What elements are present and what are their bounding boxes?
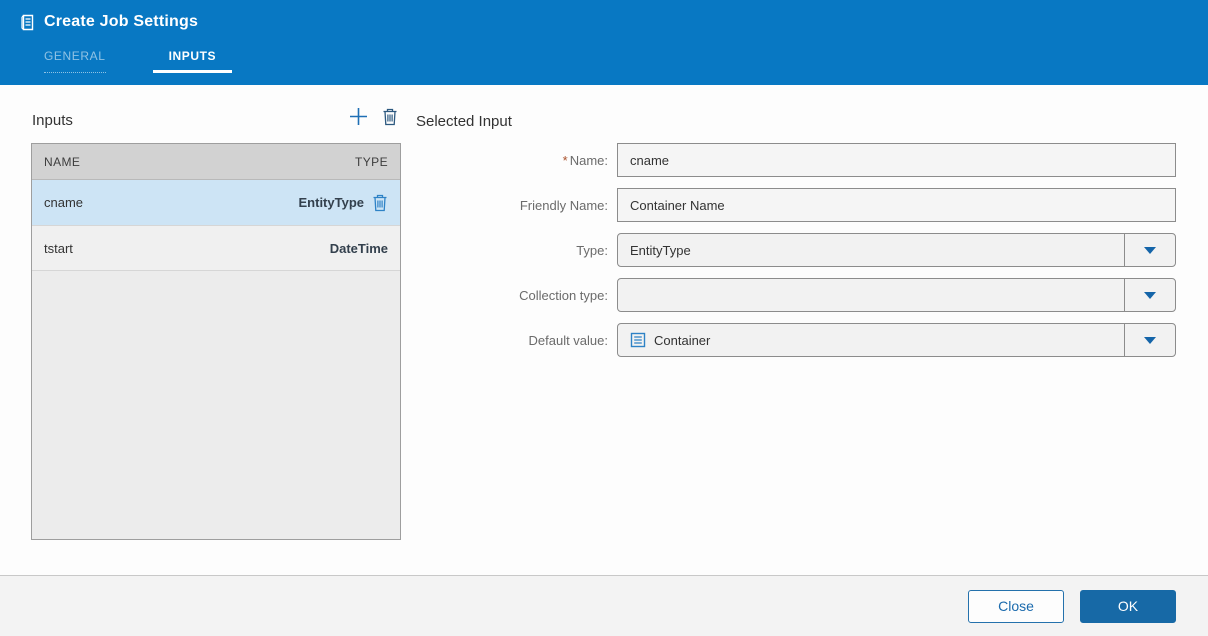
table-row-cname[interactable]: cname EntityType bbox=[32, 180, 400, 226]
table-row-tstart[interactable]: tstart DateTime bbox=[32, 226, 400, 271]
collection-type-dropdown[interactable] bbox=[617, 278, 1176, 312]
tab-bar: GENERAL INPUTS bbox=[44, 49, 233, 73]
row-type-cell: EntityType bbox=[299, 194, 389, 212]
delete-input-button[interactable] bbox=[382, 108, 398, 129]
row-type-cell: DateTime bbox=[329, 240, 388, 256]
name-input[interactable] bbox=[617, 143, 1176, 177]
chevron-down-icon[interactable] bbox=[1124, 279, 1175, 311]
selected-input-form: *Name: Friendly Name: Type: EntityType C… bbox=[440, 143, 1176, 368]
dialog-title: Create Job Settings bbox=[44, 13, 199, 30]
selected-input-title: Selected Input bbox=[416, 113, 512, 130]
name-label: * Name: bbox=[562, 152, 608, 168]
row-name-cell: cname bbox=[44, 195, 84, 210]
table-header-row: NAME TYPE bbox=[32, 144, 400, 180]
tab-inputs[interactable]: INPUTS bbox=[152, 49, 233, 73]
row-name-cell: tstart bbox=[44, 240, 73, 256]
default-value-label: Default value: bbox=[528, 332, 609, 348]
close-button[interactable]: Close bbox=[968, 589, 1064, 623]
default-value-dropdown-value: Container bbox=[618, 332, 1124, 348]
type-dropdown-value: EntityType bbox=[630, 242, 691, 258]
chevron-down-icon[interactable] bbox=[1124, 234, 1175, 266]
inputs-toolbar bbox=[348, 106, 398, 130]
column-header-name: NAME bbox=[44, 154, 81, 169]
list-icon bbox=[630, 332, 646, 348]
table-empty-area bbox=[32, 271, 400, 539]
column-header-type: TYPE bbox=[355, 154, 388, 169]
type-dropdown[interactable]: EntityType bbox=[617, 233, 1176, 267]
inputs-panel-title: Inputs bbox=[32, 112, 73, 129]
plus-icon bbox=[348, 106, 369, 130]
friendly-name-label: Friendly Name: bbox=[519, 197, 608, 213]
trash-icon bbox=[382, 108, 398, 129]
friendly-name-input[interactable] bbox=[617, 188, 1176, 222]
add-input-button[interactable] bbox=[348, 106, 369, 130]
dialog-footer: Close OK bbox=[0, 575, 1208, 636]
chevron-down-icon[interactable] bbox=[1124, 324, 1175, 356]
ok-button[interactable]: OK bbox=[1080, 589, 1176, 623]
tab-general[interactable]: GENERAL bbox=[44, 49, 106, 73]
dialog-header: Create Job Settings GENERAL INPUTS bbox=[0, 0, 1208, 85]
document-icon bbox=[20, 14, 35, 31]
inputs-table: NAME TYPE cname EntityType tstart DateTi… bbox=[31, 143, 401, 540]
type-label: Type: bbox=[576, 242, 608, 258]
row-delete-icon[interactable] bbox=[372, 194, 388, 212]
default-value-dropdown[interactable]: Container bbox=[617, 323, 1176, 357]
collection-type-label: Collection type: bbox=[519, 287, 608, 303]
required-marker: * bbox=[562, 152, 568, 168]
